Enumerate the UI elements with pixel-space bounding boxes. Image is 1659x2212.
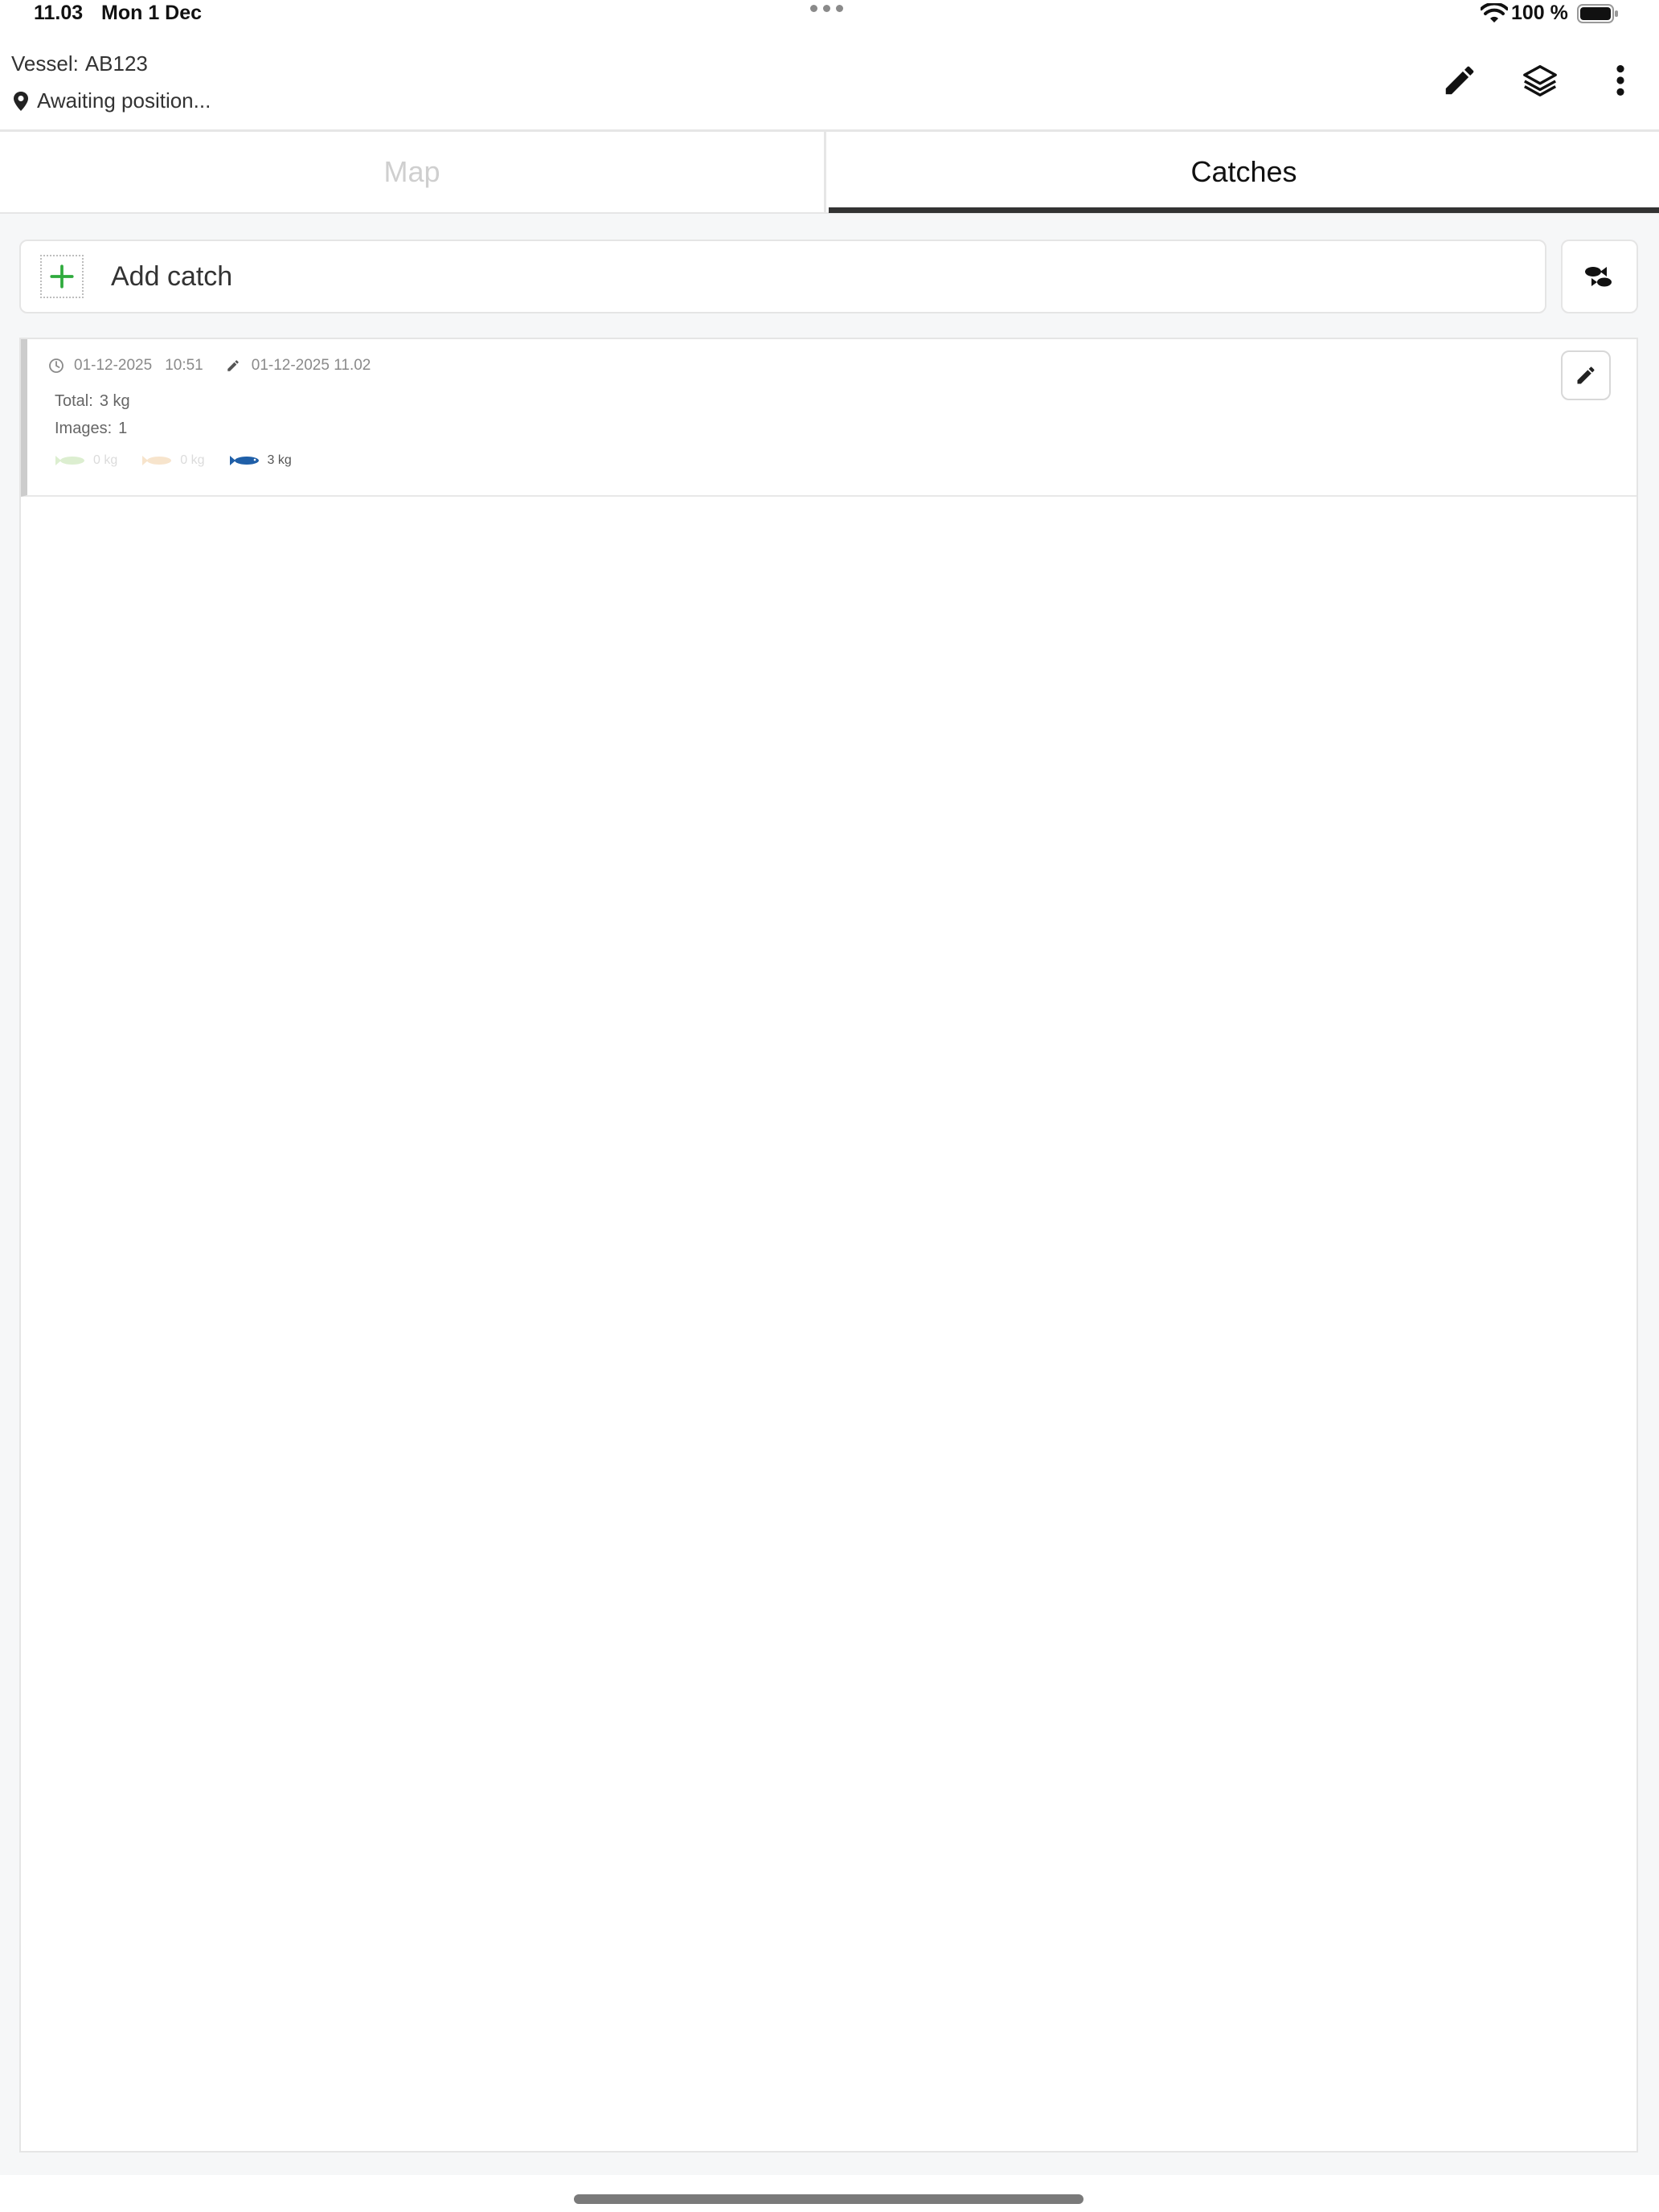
created-time: 10:51	[165, 357, 203, 374]
edit-button[interactable]	[1436, 56, 1484, 104]
species-orange: 0 kg	[141, 453, 205, 468]
vessel-info: Vessel: AB123	[11, 51, 148, 76]
location-pin-icon	[14, 91, 28, 111]
wifi-icon	[1481, 3, 1508, 23]
active-tab-indicator	[829, 207, 1659, 213]
position-text: Awaiting position...	[37, 88, 211, 113]
fish-filter-icon	[1585, 267, 1612, 287]
catch-card[interactable]: 01-12-2025 10:51 01-12-2025 11.02 Total:…	[21, 339, 1636, 497]
fish-filter-button[interactable]	[1561, 240, 1638, 313]
status-bar: 11.03 Mon 1 Dec 100 %	[0, 0, 1659, 31]
tab-bar: Map Catches	[0, 132, 1659, 214]
pencil-icon	[1445, 66, 1474, 95]
more-vertical-icon	[1616, 65, 1624, 96]
images-value: 1	[118, 420, 128, 437]
home-indicator[interactable]	[574, 2194, 1083, 2204]
fish-blue-icon	[229, 456, 259, 465]
catch-list: 01-12-2025 10:51 01-12-2025 11.02 Total:…	[19, 338, 1638, 2153]
add-catch-button[interactable]: Add catch	[19, 240, 1546, 313]
edited-timestamp: 01-12-2025 11.02	[251, 357, 371, 374]
total-label: Total:	[55, 392, 93, 410]
catch-timestamps: 01-12-2025 10:51 01-12-2025 11.02	[48, 357, 371, 375]
add-catch-label: Add catch	[111, 260, 233, 292]
species-weights: 0 kg 0 kg 3 kg	[55, 453, 292, 468]
tab-catches[interactable]: Catches	[829, 132, 1659, 212]
more-options-button[interactable]	[1596, 56, 1645, 104]
vessel-id: AB123	[84, 51, 148, 76]
plus-icon-box	[40, 255, 84, 298]
species-green: 0 kg	[55, 453, 117, 468]
vessel-label: Vessel:	[11, 51, 79, 76]
tab-map[interactable]: Map	[0, 132, 826, 212]
position-status: Awaiting position...	[13, 88, 211, 113]
catch-images: Images: 1	[55, 420, 127, 438]
clock-icon	[49, 358, 63, 373]
status-time: 11.03	[34, 2, 84, 24]
total-value: 3 kg	[99, 392, 130, 410]
layers-icon	[1523, 65, 1557, 96]
pencil-icon	[1577, 367, 1595, 384]
fish-orange-icon	[142, 456, 172, 465]
app-header: Vessel: AB123 Awaiting position...	[0, 31, 1659, 132]
battery-percent: 100 %	[1511, 2, 1568, 24]
battery-icon	[1577, 4, 1618, 23]
fish-green-icon	[55, 456, 84, 465]
plus-icon	[50, 264, 74, 289]
species-weight: 0 kg	[180, 453, 205, 467]
images-label: Images:	[55, 420, 113, 437]
multitasking-dots[interactable]	[810, 5, 843, 12]
catch-edit-button[interactable]	[1561, 350, 1611, 400]
layers-button[interactable]	[1516, 56, 1564, 104]
edited-pencil-icon	[227, 360, 239, 371]
created-date: 01-12-2025	[74, 357, 153, 374]
catch-total: Total: 3 kg	[55, 392, 130, 411]
species-weight: 0 kg	[93, 453, 118, 467]
species-weight: 3 kg	[267, 453, 292, 467]
species-blue: 3 kg	[229, 453, 292, 468]
status-date: Mon 1 Dec	[101, 2, 203, 24]
